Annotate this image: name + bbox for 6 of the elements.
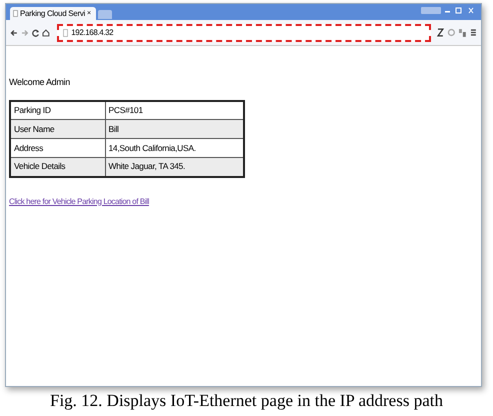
figure-caption: Fig. 12. Displays IoT-Ethernet page in the IP address path: [50, 392, 443, 409]
welcome-text: Welcome Admin: [9, 76, 70, 89]
location-link[interactable]: Click here for Vehicle Parking Location of Bill: [9, 196, 149, 208]
address-bar[interactable]: 192.168.4.32: [57, 24, 431, 42]
url-text: 192.168.4.32: [71, 26, 114, 38]
tab-title: Parking Cloud Servi: [20, 10, 85, 18]
